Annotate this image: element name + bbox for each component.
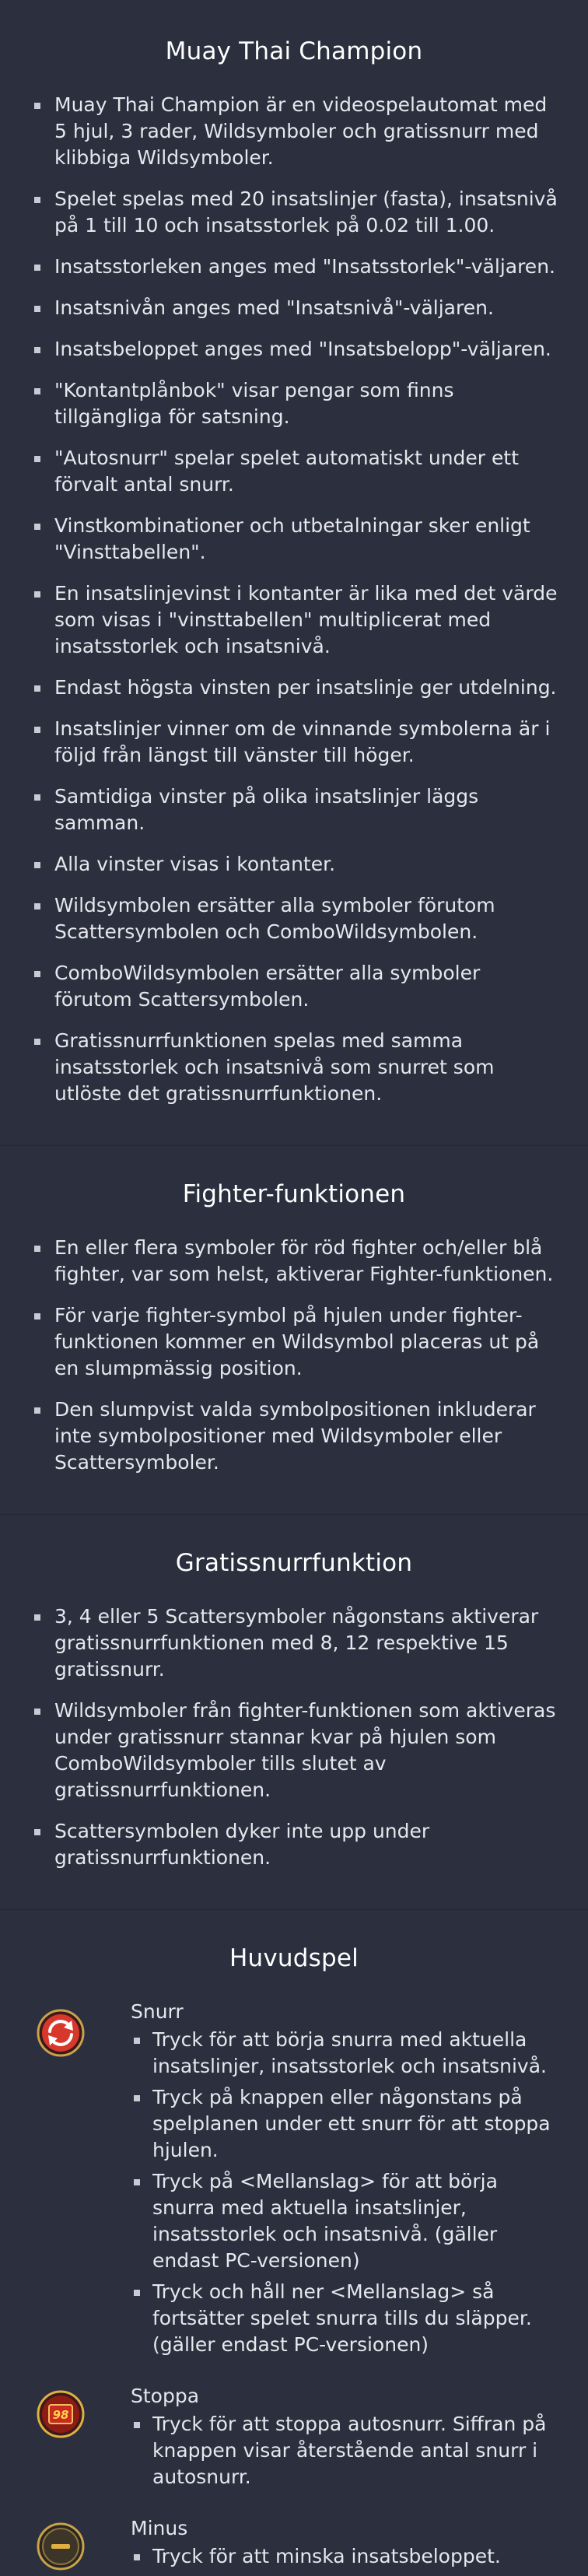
stop-feature: 98 Stoppa Tryck för att stoppa autosnurr… bbox=[28, 2383, 560, 2495]
list-item: 3, 4 eller 5 Scattersymboler någonstans … bbox=[28, 1603, 560, 1683]
minus-icon bbox=[36, 2522, 86, 2571]
spin-icon bbox=[36, 2008, 86, 2058]
fighter-section: Fighter-funktionen En eller flera symbol… bbox=[0, 1146, 588, 1515]
intro-section: Muay Thai Champion Muay Thai Champion är… bbox=[0, 0, 588, 1146]
stop-autospin-icon: 98 bbox=[36, 2389, 86, 2439]
minus-feature: Minus Tryck för att minska insatsbeloppe… bbox=[28, 2515, 560, 2574]
spin-feature: Snurr Tryck för att börja snurra med akt… bbox=[28, 1999, 560, 2363]
list-item: Gratissnurrfunktionen spelas med samma i… bbox=[28, 1028, 560, 1107]
fighter-title: Fighter-funktionen bbox=[182, 1180, 406, 1208]
list-item: Tryck på <Mellanslag> för att börja snur… bbox=[131, 2168, 560, 2274]
stop-title: Stoppa bbox=[131, 2385, 200, 2407]
spin-body: Snurr Tryck för att börja snurra med akt… bbox=[131, 1999, 560, 2363]
rules-page: Muay Thai Champion Muay Thai Champion är… bbox=[0, 0, 588, 2576]
list-item: Wildsymboler från fighter-funktionen som… bbox=[28, 1698, 560, 1803]
list-item: En insatslinjevinst i kontanter är lika … bbox=[28, 580, 560, 660]
list-item: Wildsymbolen ersätter alla symboler föru… bbox=[28, 892, 560, 945]
list-item: Alla vinster visas i kontanter. bbox=[28, 851, 560, 878]
main-game-title: Huvudspel bbox=[229, 1944, 359, 1972]
stop-list: Tryck för att stoppa autosnurr. Siffran … bbox=[131, 2411, 560, 2490]
list-item: Muay Thai Champion är en videospelautoma… bbox=[28, 92, 560, 171]
spin-list: Tryck för att börja snurra med aktuella … bbox=[131, 2027, 560, 2358]
freespins-title: Gratissnurrfunktion bbox=[175, 1549, 413, 1577]
minus-list: Tryck för att minska insatsbeloppet. bbox=[131, 2543, 560, 2570]
list-item: Den slumpvist valda symbolpositionen ink… bbox=[28, 1397, 560, 1476]
list-item: Tryck på knappen eller någonstans på spe… bbox=[131, 2084, 560, 2164]
list-item: Vinstkombinationer och utbetalningar ske… bbox=[28, 513, 560, 566]
list-item: Endast högsta vinsten per insatslinje ge… bbox=[28, 675, 560, 701]
list-item: Samtidiga vinster på olika insatslinjer … bbox=[28, 783, 560, 836]
stop-badge-count: 98 bbox=[53, 2408, 69, 2422]
list-item: Tryck och håll ner <Mellanslag> så forts… bbox=[131, 2279, 560, 2358]
list-item: "Autosnurr" spelar spelet automatiskt un… bbox=[28, 445, 560, 498]
intro-list: Muay Thai Champion är en videospelautoma… bbox=[28, 92, 560, 1107]
list-item: ComboWildsymbolen ersätter alla symboler… bbox=[28, 960, 560, 1013]
list-item: "Kontantplånbok" visar pengar som finns … bbox=[28, 377, 560, 430]
list-item: Insatsnivån anges med "Insatsnivå"-välja… bbox=[28, 295, 560, 321]
list-item: Insatsstorleken anges med "Insatsstorlek… bbox=[28, 254, 560, 280]
stop-body: Stoppa Tryck för att stoppa autosnurr. S… bbox=[131, 2383, 560, 2495]
list-item: Tryck för att minska insatsbeloppet. bbox=[131, 2543, 560, 2570]
list-item: Insatslinjer vinner om de vinnande symbo… bbox=[28, 716, 560, 769]
minus-title: Minus bbox=[131, 2517, 188, 2539]
minus-body: Minus Tryck för att minska insatsbeloppe… bbox=[131, 2515, 560, 2574]
list-item: Tryck för att stoppa autosnurr. Siffran … bbox=[131, 2411, 560, 2490]
spin-title: Snurr bbox=[131, 2000, 184, 2023]
list-item: En eller flera symboler för röd fighter … bbox=[28, 1235, 560, 1288]
list-item: För varje fighter-symbol på hjulen under… bbox=[28, 1302, 560, 1382]
freespins-section: Gratissnurrfunktion 3, 4 eller 5 Scatter… bbox=[0, 1515, 588, 1910]
list-item: Insatsbeloppet anges med "Insatsbelopp"-… bbox=[28, 336, 560, 363]
list-item: Scattersymbolen dyker inte upp under gra… bbox=[28, 1818, 560, 1871]
freespins-list: 3, 4 eller 5 Scattersymboler någonstans … bbox=[28, 1603, 560, 1871]
list-item: Spelet spelas med 20 insatslinjer (fasta… bbox=[28, 186, 560, 239]
fighter-list: En eller flera symboler för röd fighter … bbox=[28, 1235, 560, 1476]
intro-title: Muay Thai Champion bbox=[165, 37, 423, 65]
list-item: Tryck för att börja snurra med aktuella … bbox=[131, 2027, 560, 2080]
main-game-section: Huvudspel Snurr Tryck för att börja snur… bbox=[0, 1910, 588, 2576]
